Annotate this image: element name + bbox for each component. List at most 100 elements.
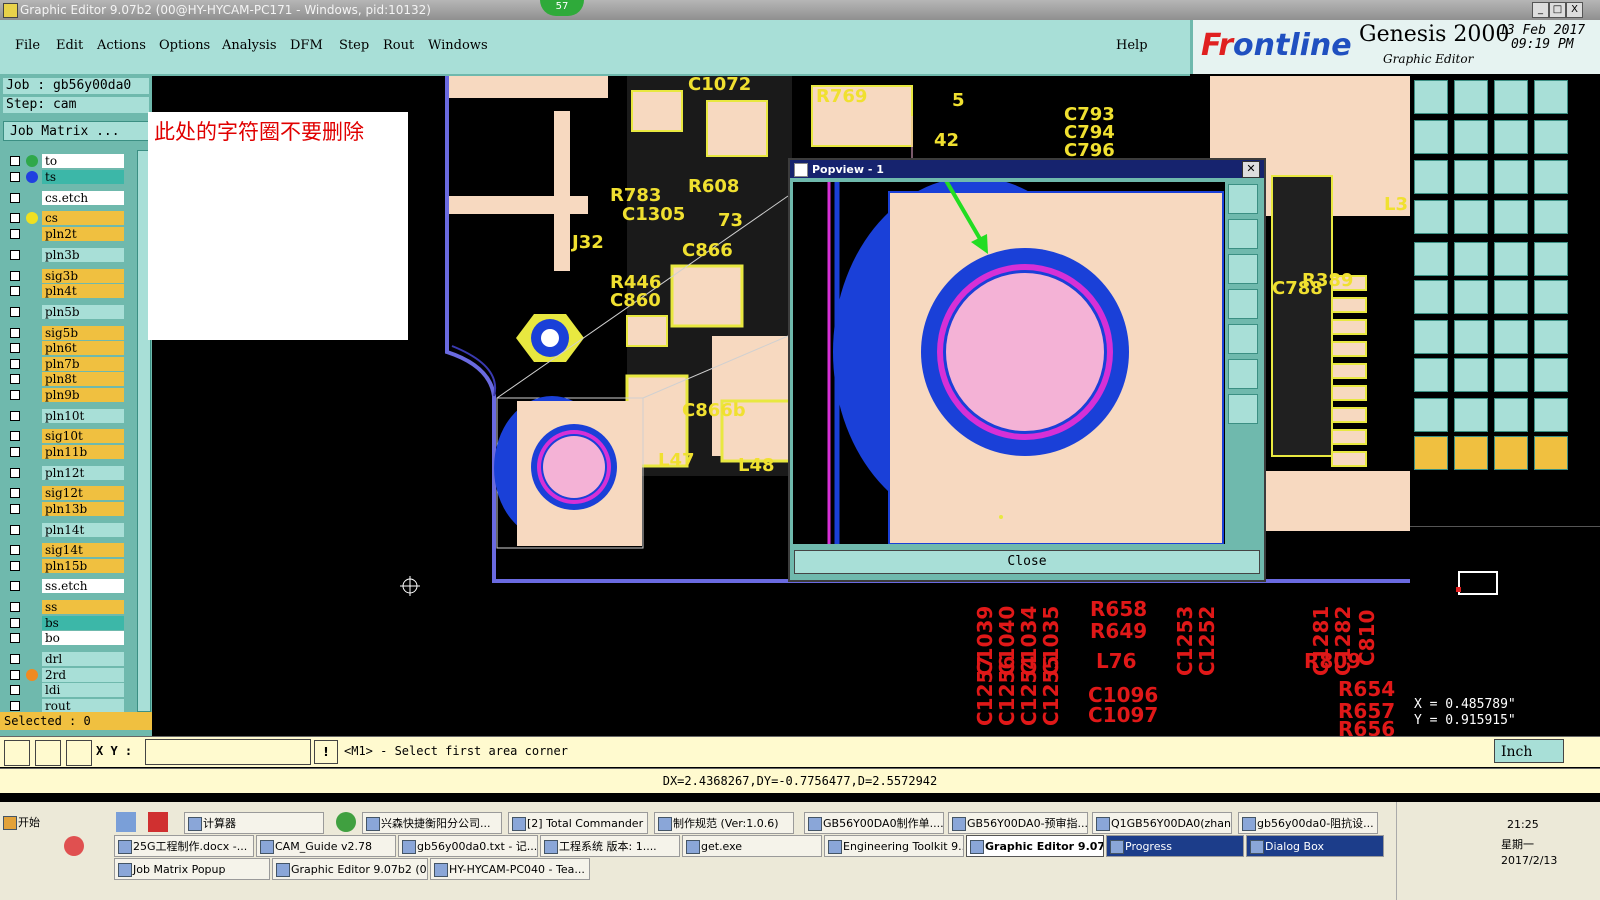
tool-icon-r1-c4[interactable]: [1534, 80, 1568, 114]
taskbar-button[interactable]: CAM_Guide v2.78: [256, 835, 396, 857]
layer-checkbox[interactable]: [10, 654, 20, 664]
layer-name[interactable]: pln12t: [42, 466, 124, 480]
taskbar-button[interactable]: Q1GB56Y00DA0(zhan...: [1092, 812, 1232, 834]
layer-affected-dot[interactable]: [26, 171, 38, 183]
layer-name[interactable]: sig14t: [42, 543, 124, 557]
layer-name[interactable]: ss: [42, 600, 124, 614]
close-button[interactable]: X: [1566, 2, 1583, 18]
tool-icon-r4-c4[interactable]: [1534, 200, 1568, 234]
layer-row-ldi[interactable]: ldi: [6, 683, 124, 697]
taskbar-button[interactable]: 计算器: [184, 812, 324, 834]
quicklaunch-icon[interactable]: [116, 812, 136, 832]
popview-close-x-icon[interactable]: ✕: [1242, 161, 1260, 178]
layer-name[interactable]: pln13b: [42, 502, 124, 516]
layer-row-2rd[interactable]: 2rd: [6, 668, 124, 682]
taskbar-button[interactable]: Dialog Box: [1246, 835, 1384, 857]
warning-icon[interactable]: !: [314, 740, 338, 764]
taskbar-button[interactable]: Job Matrix Popup: [114, 858, 270, 880]
job-matrix-button[interactable]: Job Matrix ...: [3, 121, 149, 141]
layer-name[interactable]: sig5b: [42, 326, 124, 340]
overview-view-box[interactable]: [1458, 571, 1498, 595]
tool-icon-r1-c3[interactable]: [1494, 80, 1528, 114]
taskbar-button[interactable]: 制作规范 (Ver:1.0.6): [654, 812, 794, 834]
layer-row-pln8t[interactable]: pln8t: [6, 372, 124, 386]
tool-icon-r5-c3[interactable]: [1494, 242, 1528, 276]
layer-checkbox[interactable]: [10, 286, 20, 296]
layer-row-pln6t[interactable]: pln6t: [6, 341, 124, 355]
taskbar-button[interactable]: HY-HYCAM-PC040 - Tea...: [430, 858, 590, 880]
layer-name[interactable]: ts: [42, 170, 124, 184]
taskbar-button[interactable]: 兴森快捷衡阳分公司...: [362, 812, 502, 834]
layer-row-sig12t[interactable]: sig12t: [6, 486, 124, 500]
layer-row-pln12t[interactable]: pln12t: [6, 466, 124, 480]
layer-affected-dot[interactable]: [26, 155, 38, 167]
layer-row-pln5b[interactable]: pln5b: [6, 305, 124, 319]
maximize-button[interactable]: □: [1549, 2, 1566, 18]
tool-icon-r2-c2[interactable]: [1454, 120, 1488, 154]
tool-icon-r8-c1[interactable]: [1414, 358, 1448, 392]
tool-icon-r6-c1[interactable]: [1414, 280, 1448, 314]
taskbar-button[interactable]: Progress: [1106, 835, 1244, 857]
layer-row-sig14t[interactable]: sig14t: [6, 543, 124, 557]
unit-selector[interactable]: Inch: [1494, 739, 1564, 763]
layer-checkbox[interactable]: [10, 618, 20, 628]
layer-name[interactable]: pln2t: [42, 227, 124, 241]
tool-icon-r6-c2[interactable]: [1454, 280, 1488, 314]
layer-name[interactable]: drl: [42, 652, 124, 666]
layer-name[interactable]: sig10t: [42, 429, 124, 443]
ie-icon[interactable]: [336, 812, 356, 832]
layer-checkbox[interactable]: [10, 250, 20, 260]
tool-icon-r9-c1[interactable]: [1414, 398, 1448, 432]
menu-options[interactable]: Options: [159, 38, 210, 53]
popview-tool-icon-7[interactable]: [1228, 394, 1258, 424]
layer-checkbox[interactable]: [10, 504, 20, 514]
layer-name[interactable]: pln10t: [42, 409, 124, 423]
layer-checkbox[interactable]: [10, 374, 20, 384]
layer-checkbox[interactable]: [10, 193, 20, 203]
layer-row-ss[interactable]: ss: [6, 600, 124, 614]
layer-name[interactable]: pln11b: [42, 445, 124, 459]
layer-row-ss-etch[interactable]: ss.etch: [6, 579, 124, 593]
layer-row-pln15b[interactable]: pln15b: [6, 559, 124, 573]
menu-rout[interactable]: Rout: [383, 38, 414, 53]
layer-checkbox[interactable]: [10, 545, 20, 555]
taskbar-button[interactable]: 25G工程制作.docx -...: [114, 835, 254, 857]
layer-row-pln3b[interactable]: pln3b: [6, 248, 124, 262]
taskbar-button[interactable]: GB56Y00DA0-预审指...: [948, 812, 1088, 834]
tool-icon-r5-c1[interactable]: [1414, 242, 1448, 276]
layer-name[interactable]: ldi: [42, 683, 124, 697]
layer-row-rout[interactable]: rout: [6, 699, 124, 713]
layer-row-pln11b[interactable]: pln11b: [6, 445, 124, 459]
taskbar-button[interactable]: gb56y00da0-阻抗设...: [1238, 812, 1378, 834]
menu-windows[interactable]: Windows: [428, 38, 488, 53]
layer-checkbox[interactable]: [10, 468, 20, 478]
menu-dfm[interactable]: DFM: [290, 38, 323, 53]
layer-checkbox[interactable]: [10, 343, 20, 353]
layer-name[interactable]: sig3b: [42, 269, 124, 283]
layer-row-sig5b[interactable]: sig5b: [6, 326, 124, 340]
layer-name[interactable]: to: [42, 154, 124, 168]
tool-icon-r2-c3[interactable]: [1494, 120, 1528, 154]
layer-row-pln2t[interactable]: pln2t: [6, 227, 124, 241]
layer-checkbox[interactable]: [10, 156, 20, 166]
layer-row-pln13b[interactable]: pln13b: [6, 502, 124, 516]
tool-icon-r10-c1[interactable]: [1414, 436, 1448, 470]
layer-name[interactable]: bo: [42, 631, 124, 645]
layer-affected-dot[interactable]: [26, 212, 38, 224]
layer-checkbox[interactable]: [10, 581, 20, 591]
layer-name[interactable]: rout: [42, 699, 124, 713]
measure-icon[interactable]: [35, 740, 61, 766]
taskbar-button[interactable]: Graphic Editor 9.07b2 (0...: [272, 858, 428, 880]
start-button[interactable]: 开始: [0, 812, 55, 834]
menu-file[interactable]: File: [15, 38, 40, 53]
layer-row-pln9b[interactable]: pln9b: [6, 388, 124, 402]
menu-help[interactable]: Help: [1116, 38, 1148, 53]
layer-checkbox[interactable]: [10, 670, 20, 680]
layer-row-drl[interactable]: drl: [6, 652, 124, 666]
layer-name[interactable]: pln6t: [42, 341, 124, 355]
menu-analysis[interactable]: Analysis: [222, 38, 277, 53]
taskbar-button[interactable]: [2] Total Commander ...: [508, 812, 648, 834]
menu-step[interactable]: Step: [339, 38, 369, 53]
tool-icon-r3-c3[interactable]: [1494, 160, 1528, 194]
tool-icon-r6-c3[interactable]: [1494, 280, 1528, 314]
